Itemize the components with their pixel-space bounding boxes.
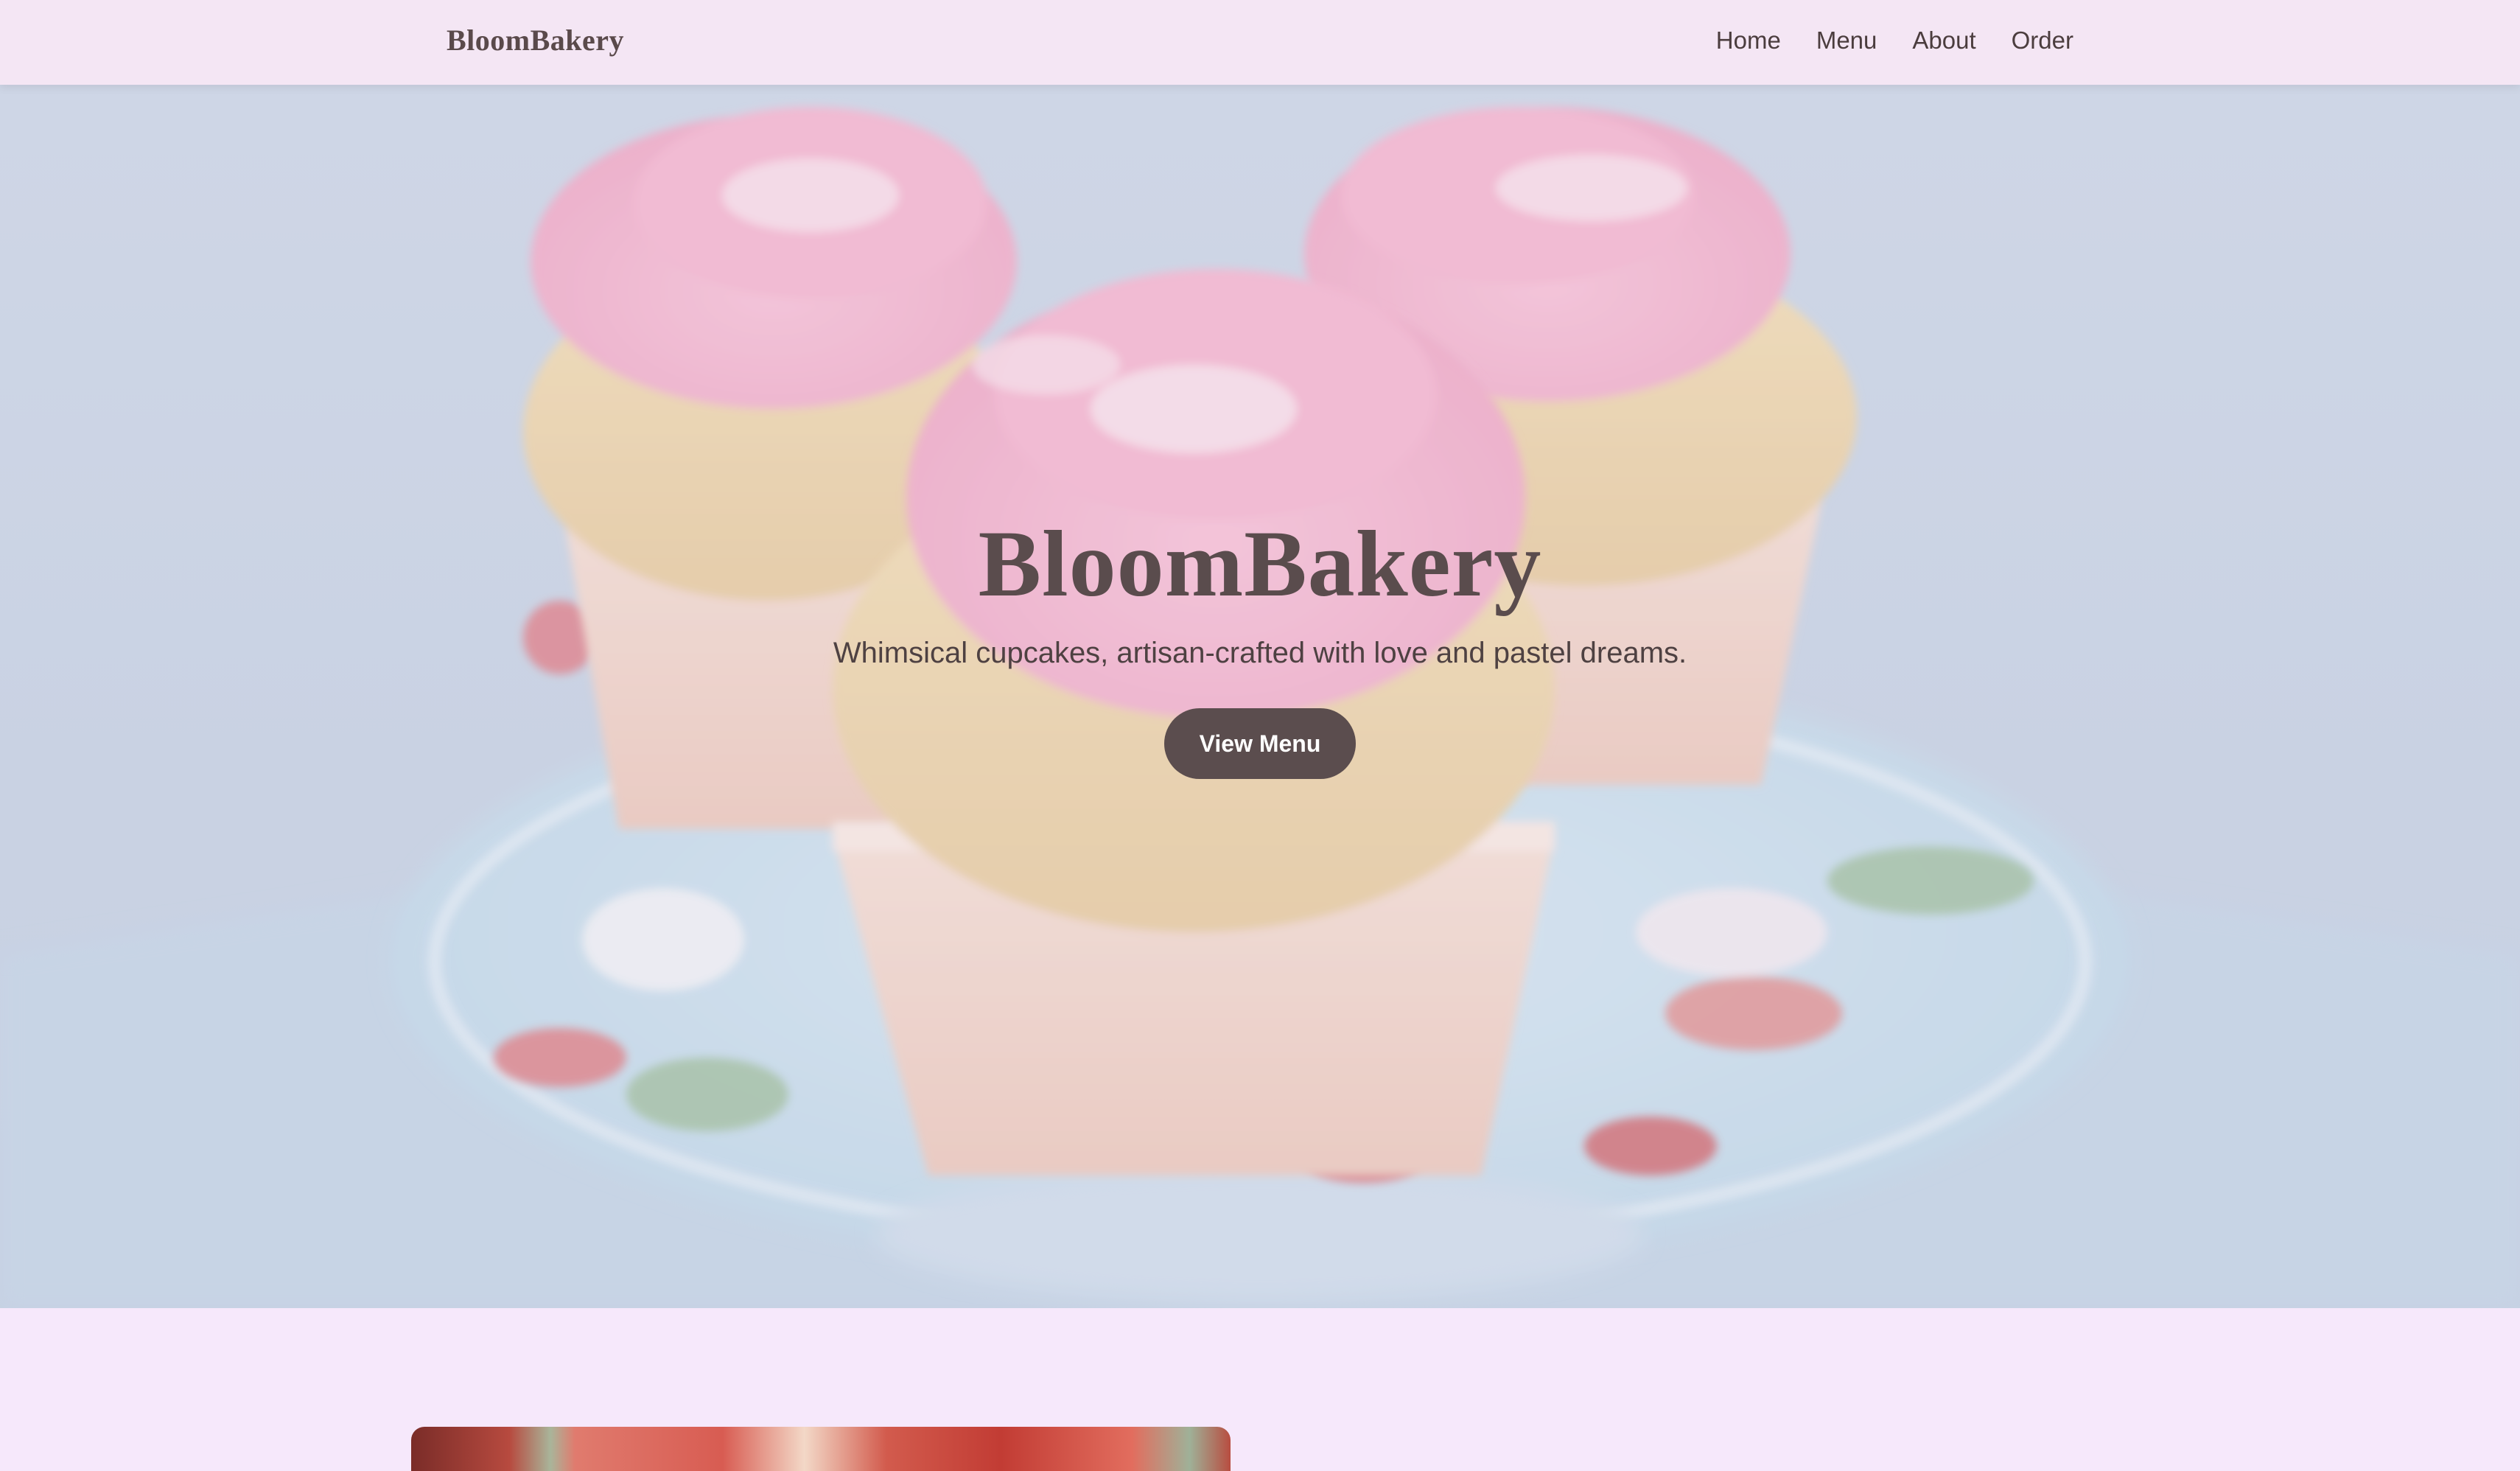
hero-content: BloomBakery Whimsical cupcakes, artisan-… <box>0 512 2520 779</box>
navbar: BloomBakery Home Menu About Order <box>0 0 2520 85</box>
content-section <box>0 1308 2520 1471</box>
nav-links: Home Menu About Order <box>1716 27 2073 55</box>
nav-link-about[interactable]: About <box>1912 27 1975 55</box>
nav-link-menu[interactable]: Menu <box>1816 27 1877 55</box>
feature-image <box>411 1427 1231 1471</box>
view-menu-button[interactable]: View Menu <box>1164 707 1356 779</box>
hero-section: BloomBakery Whimsical cupcakes, artisan-… <box>0 85 2520 1308</box>
hero-title: BloomBakery <box>978 511 1542 616</box>
hero-tagline: Whimsical cupcakes, artisan-crafted with… <box>833 636 1687 669</box>
brand-logo[interactable]: BloomBakery <box>447 23 624 57</box>
nav-link-order[interactable]: Order <box>2012 27 2073 55</box>
nav-link-home[interactable]: Home <box>1716 27 1781 55</box>
